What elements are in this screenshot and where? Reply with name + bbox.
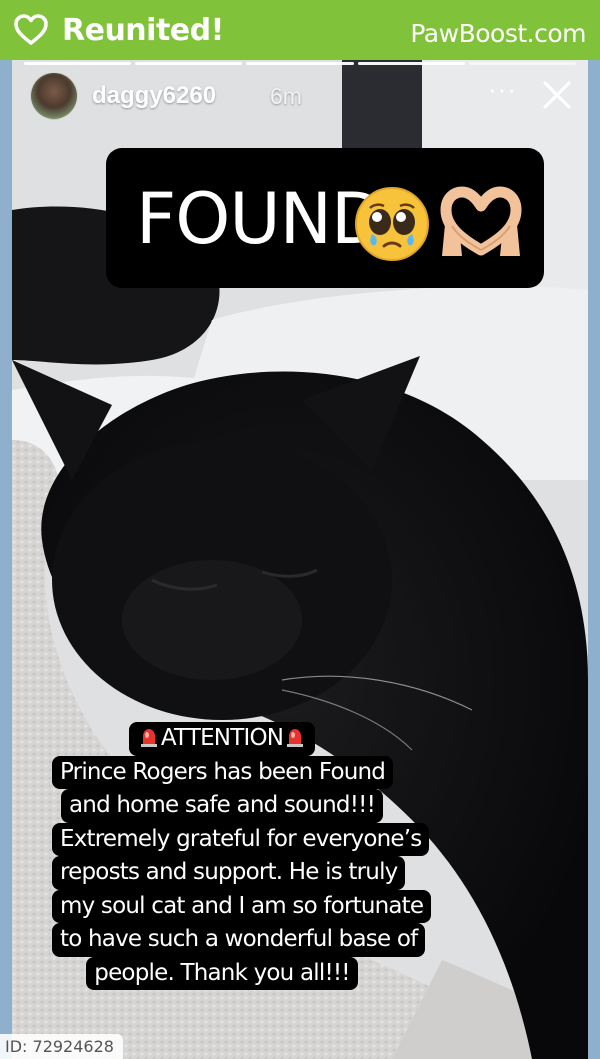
caption-line: Prince Rogers has been Found [52,755,394,789]
siren-emoji [140,729,157,747]
story-screenshot: daggy6260 6m ··· FOUND ATTENTION Prince … [12,60,588,1059]
caption-line: people. Thank you all!!! [86,956,358,990]
caption-line: and home safe and sound!!! [61,789,383,823]
heart-hands-emoji [440,186,522,256]
banner-title: Reunited! [62,13,224,48]
caption-heading: ATTENTION [160,725,284,751]
story-progress-bar [24,62,577,65]
caption-line: my soul cat and I am so fortunate [52,889,432,923]
avatar[interactable] [30,72,78,120]
heart-outline-icon [14,14,48,45]
listing-id-badge: ID: 72924628 [0,1034,123,1059]
more-options-icon[interactable]: ··· [488,74,517,105]
found-text: FOUND [136,178,385,260]
caption-line: to have such a wonderful base of [52,923,426,957]
siren-emoji [287,729,304,747]
found-sticker: FOUND [106,148,544,288]
reunited-banner: Reunited! PawBoost.com [0,0,600,60]
caption-heading-line: ATTENTION [128,722,316,756]
caption-line: Extremely grateful for everyone’s [52,822,430,856]
caption-line: reposts and support. He is truly [52,856,406,890]
story-timestamp: 6m [270,83,302,109]
close-icon[interactable] [542,80,572,110]
pleading-face-emoji [355,187,429,261]
story-username[interactable]: daggy6260 [92,82,216,110]
brand-link[interactable]: PawBoost.com [410,19,586,48]
story-caption: ATTENTION Prince Rogers has been Found a… [52,722,432,990]
